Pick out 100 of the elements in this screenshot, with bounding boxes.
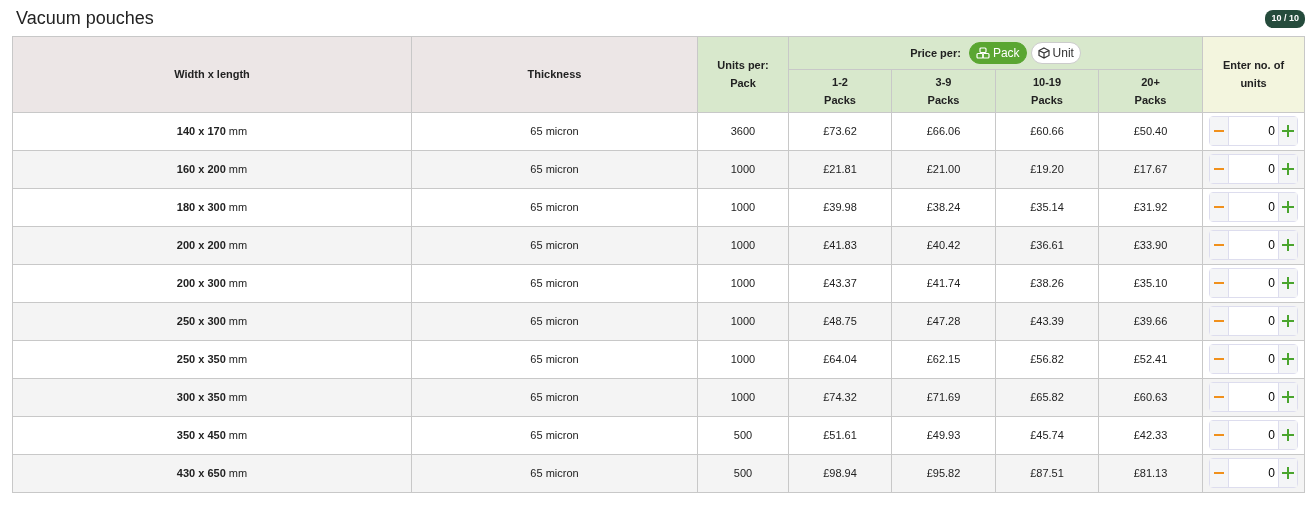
plus-icon [1282, 201, 1295, 214]
table-cell: £48.75 [788, 302, 892, 341]
table-cell: £21.81 [788, 150, 892, 189]
minus-icon [1214, 472, 1225, 475]
table-cell: £39.98 [788, 188, 892, 227]
minus-button[interactable] [1210, 345, 1229, 374]
table-cell: 1000 [697, 150, 789, 189]
plus-icon [1282, 467, 1295, 480]
plus-button[interactable] [1279, 459, 1298, 488]
minus-icon [1214, 282, 1225, 285]
table-cell: 500 [697, 416, 789, 455]
plus-button[interactable] [1279, 193, 1298, 222]
plus-button[interactable] [1279, 345, 1298, 374]
table-cell: £95.82 [891, 454, 996, 493]
quantity-stepper[interactable]: 0 [1209, 230, 1299, 261]
quantity-stepper[interactable]: 0 [1209, 382, 1299, 413]
table-cell: £71.69 [891, 378, 996, 417]
minus-icon [1214, 130, 1225, 133]
table-cell: 430 x 650 mm [12, 454, 412, 493]
table-cell: £66.06 [891, 112, 996, 151]
column-header: 20+ Packs [1098, 69, 1203, 113]
table-cell: £56.82 [995, 340, 1099, 379]
plus-button[interactable] [1279, 307, 1298, 336]
table-cell: £19.20 [995, 150, 1099, 189]
minus-button[interactable] [1210, 269, 1229, 298]
table-cell: £45.74 [995, 416, 1099, 455]
table-cell: 1000 [697, 188, 789, 227]
table-cell: £74.32 [788, 378, 892, 417]
table-cell: 160 x 200 mm [12, 150, 412, 189]
table-cell: 65 micron [411, 454, 698, 493]
table-cell: £64.04 [788, 340, 892, 379]
column-header: Width x length [12, 36, 412, 113]
minus-button[interactable] [1210, 231, 1229, 260]
table-cell: £35.10 [1098, 264, 1203, 303]
table-cell: £73.62 [788, 112, 892, 151]
table-cell: 500 [697, 454, 789, 493]
plus-button[interactable] [1279, 383, 1298, 412]
table-cell: 65 micron [411, 378, 698, 417]
quantity-stepper[interactable]: 0 [1209, 116, 1299, 147]
price-mode-toggle[interactable]: Unit [1030, 41, 1081, 64]
minus-icon [1214, 244, 1225, 247]
minus-icon [1214, 358, 1225, 361]
table-cell: £41.83 [788, 226, 892, 265]
quantity-stepper[interactable]: 0 [1209, 458, 1299, 489]
quantity-stepper[interactable]: 0 [1209, 420, 1299, 451]
table-cell: £62.15 [891, 340, 996, 379]
table-cell: 140 x 170 mm [12, 112, 412, 151]
price-per-label: Price per: [910, 45, 961, 61]
table-cell: 65 micron [411, 416, 698, 455]
table-cell: 65 micron [411, 340, 698, 379]
plus-button[interactable] [1279, 231, 1298, 260]
table-cell: 1000 [697, 264, 789, 303]
table-cell: £17.67 [1098, 150, 1203, 189]
table-cell: 1000 [697, 378, 789, 417]
plus-button[interactable] [1279, 155, 1298, 184]
plus-button[interactable] [1279, 421, 1298, 450]
minus-button[interactable] [1210, 421, 1229, 450]
table-cell: £50.40 [1098, 112, 1203, 151]
quantity-stepper[interactable]: 0 [1209, 306, 1299, 337]
table-cell: £38.26 [995, 264, 1099, 303]
column-header: Enter no. of units [1202, 36, 1305, 113]
minus-button[interactable] [1210, 155, 1229, 184]
table-cell: £65.82 [995, 378, 1099, 417]
column-header: 3-9 Packs [891, 69, 996, 113]
column-header: Thickness [411, 36, 698, 113]
quantity-stepper[interactable]: 0 [1209, 268, 1299, 299]
table-cell: 200 x 300 mm [12, 264, 412, 303]
minus-button[interactable] [1210, 383, 1229, 412]
minus-button[interactable] [1210, 193, 1229, 222]
column-header: Units per: Pack [697, 36, 789, 113]
minus-button[interactable] [1210, 459, 1229, 488]
table-cell: £43.37 [788, 264, 892, 303]
table-cell: 65 micron [411, 112, 698, 151]
minus-icon [1214, 206, 1225, 209]
table-cell: 300 x 350 mm [12, 378, 412, 417]
quantity-stepper[interactable]: 0 [1209, 154, 1299, 185]
boxes-icon [975, 46, 990, 59]
table-cell: 1000 [697, 226, 789, 265]
table-cell: £31.92 [1098, 188, 1203, 227]
table-cell: £87.51 [995, 454, 1099, 493]
minus-icon [1214, 168, 1225, 171]
plus-button[interactable] [1279, 117, 1298, 146]
column-header: 10-19 Packs [995, 69, 1099, 113]
page-title: Vacuum pouches [16, 8, 154, 30]
table-cell: 350 x 450 mm [12, 416, 412, 455]
quantity-stepper[interactable]: 0 [1209, 344, 1299, 375]
plus-icon [1282, 315, 1295, 328]
table-cell: £39.66 [1098, 302, 1203, 341]
minus-button[interactable] [1210, 117, 1229, 146]
plus-button[interactable] [1279, 269, 1298, 298]
quantity-stepper[interactable]: 0 [1209, 192, 1299, 223]
table-cell: £35.14 [995, 188, 1099, 227]
table-cell: 180 x 300 mm [12, 188, 412, 227]
plus-icon [1282, 125, 1295, 138]
table-cell: 65 micron [411, 264, 698, 303]
table-cell: £60.66 [995, 112, 1099, 151]
table-cell: 1000 [697, 302, 789, 341]
minus-button[interactable] [1210, 307, 1229, 336]
box-icon [1037, 46, 1050, 59]
table-cell: 250 x 300 mm [12, 302, 412, 341]
